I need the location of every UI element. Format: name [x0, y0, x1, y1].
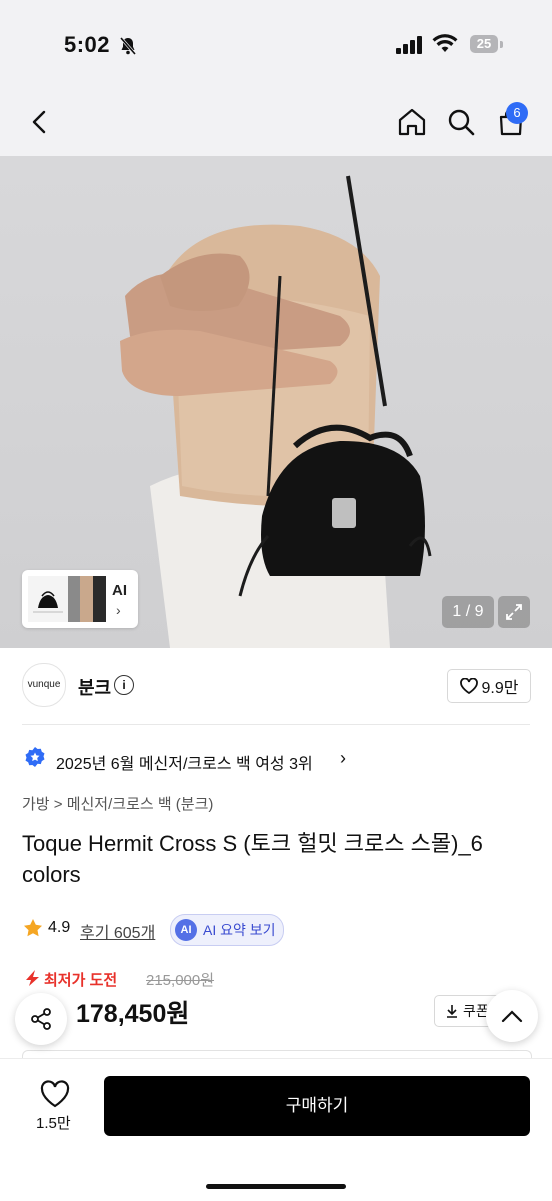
divider — [22, 724, 530, 725]
home-button[interactable] — [394, 104, 430, 140]
ranking-text[interactable]: 2025년 6월 메신저/크로스 백 여성 3위 — [56, 750, 313, 774]
search-button[interactable] — [443, 104, 479, 140]
cart-count-badge: 6 — [506, 102, 528, 124]
scroll-top-button[interactable] — [486, 990, 538, 1042]
current-price: 178,450원 — [76, 1000, 190, 1028]
lightning-icon — [23, 968, 41, 993]
thumbnail-ai-label: AI — [112, 582, 127, 599]
brand-name[interactable]: 분크 — [78, 674, 111, 700]
brand-logo[interactable]: vunque — [22, 663, 66, 707]
lowest-price-label: 최저가 도전 — [44, 972, 118, 989]
expand-icon — [506, 604, 522, 620]
ai-badge-icon: AI — [175, 919, 197, 941]
ai-summary-label: AI 요약 보기 — [203, 922, 276, 938]
download-icon — [447, 1005, 457, 1018]
brand-like-count: 9.9만 — [481, 680, 519, 697]
product-title: Toque Hermit Cross S (토크 헐밋 크로스 스몰)_6 co… — [22, 831, 483, 887]
ai-summary-button[interactable]: AI AI 요약 보기 — [170, 914, 284, 946]
wishlist-button[interactable] — [40, 1080, 70, 1113]
battery-icon: 25 — [470, 35, 498, 53]
battery-cap — [500, 41, 503, 48]
review-count-link[interactable]: 후기 605개 — [80, 919, 155, 943]
cellular-signal-icon — [396, 36, 424, 59]
chevron-up-icon — [501, 1010, 523, 1023]
home-indicator — [206, 1184, 346, 1189]
image-pager: 1 / 9 — [442, 596, 494, 628]
wishlist-count: 1.5만 — [36, 1115, 71, 1132]
ranking-chevron-icon[interactable]: › — [340, 748, 346, 769]
info-icon[interactable]: i — [114, 675, 134, 695]
home-icon — [398, 108, 426, 136]
brand-like-button[interactable]: 9.9만 — [447, 669, 531, 703]
share-button[interactable] — [15, 993, 67, 1045]
rating-score: 4.9 — [48, 919, 71, 936]
breadcrumb[interactable]: 가방 > 메신저/크로스 백 (분크) — [22, 793, 213, 814]
status-time: 5:02 — [64, 32, 111, 57]
thumbnail-bag[interactable] — [28, 576, 68, 622]
heart-icon — [40, 1080, 70, 1108]
chevron-left-icon — [32, 110, 46, 134]
bell-muted-icon — [118, 36, 138, 61]
search-icon — [448, 109, 475, 136]
wifi-icon — [432, 34, 458, 59]
heart-icon — [459, 678, 478, 694]
rank-medal-icon — [24, 746, 46, 775]
back-button[interactable] — [22, 104, 58, 140]
share-icon — [31, 1008, 51, 1030]
star-icon — [23, 918, 43, 943]
expand-button[interactable] — [498, 596, 530, 628]
buy-button[interactable]: 구매하기 — [104, 1076, 530, 1136]
thumbnail-chevron-icon: › — [116, 602, 121, 618]
thumbnail-model[interactable] — [68, 576, 106, 622]
original-price: 215,000원 — [146, 972, 215, 989]
